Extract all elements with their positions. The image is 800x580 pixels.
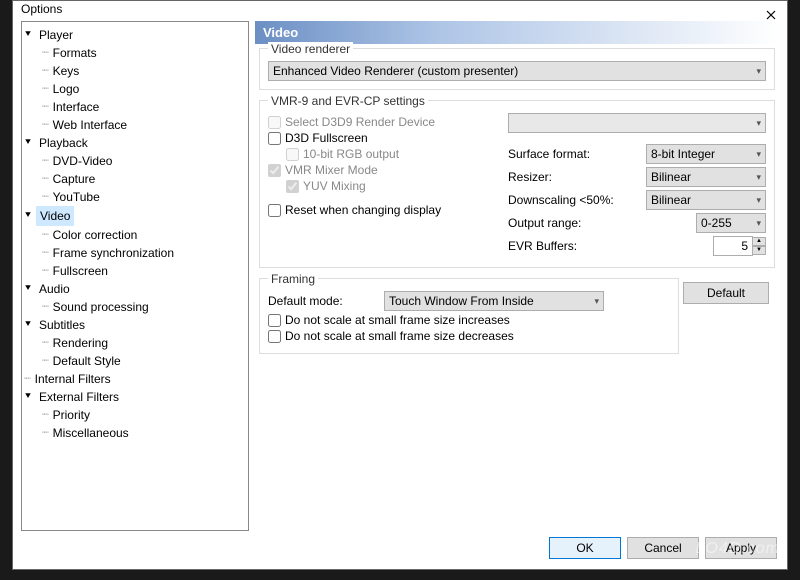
group-legend: VMR-9 and EVR-CP settings <box>268 94 428 108</box>
tree-item-internal-filters[interactable]: ┈Internal Filters <box>24 370 246 388</box>
options-window: Options ⯆Player ┈Formats ┈Keys ┈Logo ┈In… <box>12 0 788 570</box>
panel-title: Video <box>255 21 779 44</box>
settings-panel: Video Video renderer Enhanced Video Rend… <box>255 21 779 531</box>
chevron-down-icon: ▾ <box>756 218 761 229</box>
tree-item-color-correction[interactable]: ┈Color correction <box>42 226 246 244</box>
chevron-down-icon: ▾ <box>756 118 761 129</box>
tree-item-sound-processing[interactable]: ┈Sound processing <box>42 298 246 316</box>
apply-button[interactable]: Apply <box>705 537 777 559</box>
vmr-mixer-checkbox: VMR Mixer Mode <box>268 163 498 177</box>
tree-item-priority[interactable]: ┈Priority <box>42 406 246 424</box>
evr-buffers-spinner[interactable]: ▲▼ <box>713 236 766 256</box>
d3d9-device-select: ▾ <box>508 113 766 133</box>
output-range-label: Output range: <box>508 216 686 230</box>
d3d-fullscreen-checkbox[interactable]: D3D Fullscreen <box>268 131 498 145</box>
tree-item-interface[interactable]: ┈Interface <box>42 98 246 116</box>
downscaling-select[interactable]: Bilinear▾ <box>646 190 766 210</box>
default-mode-label: Default mode: <box>268 294 378 308</box>
ok-button[interactable]: OK <box>549 537 621 559</box>
downscaling-label: Downscaling <50%: <box>508 193 638 207</box>
output-range-select[interactable]: 0-255▾ <box>696 213 766 233</box>
spin-down-icon[interactable]: ▼ <box>752 246 766 255</box>
yuv-mixing-checkbox: YUV Mixing <box>268 179 498 193</box>
chevron-down-icon: ▾ <box>594 296 599 307</box>
group-video-renderer: Video renderer Enhanced Video Renderer (… <box>259 48 775 90</box>
tenbit-rgb-checkbox: 10-bit RGB output <box>268 147 498 161</box>
tree-item-miscellaneous[interactable]: ┈Miscellaneous <box>42 424 246 442</box>
window-title: Options <box>21 2 62 16</box>
tree-item-keys[interactable]: ┈Keys <box>42 62 246 80</box>
tree-item-default-style[interactable]: ┈Default Style <box>42 352 246 370</box>
chevron-down-icon: ▾ <box>756 66 761 77</box>
resizer-select[interactable]: Bilinear▾ <box>646 167 766 187</box>
tree-item-web-interface[interactable]: ┈Web Interface <box>42 116 246 134</box>
tree-item-rendering[interactable]: ┈Rendering <box>42 334 246 352</box>
tree-item-frame-sync[interactable]: ┈Frame synchronization <box>42 244 246 262</box>
tree-item-video[interactable]: ⯆Video <box>24 206 246 226</box>
close-icon <box>766 10 776 20</box>
default-button[interactable]: Default <box>683 282 769 304</box>
evr-buffers-input[interactable] <box>713 236 753 256</box>
surface-format-select[interactable]: 8-bit Integer▾ <box>646 144 766 164</box>
chevron-down-icon: ▾ <box>756 195 761 206</box>
surface-format-label: Surface format: <box>508 147 638 161</box>
dialog-button-bar: OK Cancel Apply <box>13 531 787 569</box>
group-legend: Video renderer <box>268 42 353 56</box>
close-button[interactable] <box>761 5 781 25</box>
select-d3d9-checkbox: Select D3D9 Render Device <box>268 115 498 129</box>
group-vmr-evr: VMR-9 and EVR-CP settings Select D3D9 Re… <box>259 100 775 268</box>
tree-item-formats[interactable]: ┈Formats <box>42 44 246 62</box>
chevron-down-icon: ▾ <box>756 149 761 160</box>
default-mode-select[interactable]: Touch Window From Inside▾ <box>384 291 604 311</box>
video-renderer-value: Enhanced Video Renderer (custom presente… <box>273 64 518 78</box>
tree-item-dvd-video[interactable]: ┈DVD-Video <box>42 152 246 170</box>
group-legend: Framing <box>268 272 318 286</box>
content-area: ⯆Player ┈Formats ┈Keys ┈Logo ┈Interface … <box>13 17 787 531</box>
tree-item-logo[interactable]: ┈Logo <box>42 80 246 98</box>
tree-item-playback[interactable]: ⯆Playback <box>24 134 246 152</box>
titlebar: Options <box>13 1 787 17</box>
reset-display-checkbox[interactable]: Reset when changing display <box>268 203 498 217</box>
resizer-label: Resizer: <box>508 170 638 184</box>
tree-item-youtube[interactable]: ┈YouTube <box>42 188 246 206</box>
no-scale-decrease-checkbox[interactable]: Do not scale at small frame size decreas… <box>268 329 670 343</box>
spin-up-icon[interactable]: ▲ <box>752 237 766 246</box>
chevron-down-icon: ▾ <box>756 172 761 183</box>
tree-item-player[interactable]: ⯆Player <box>24 26 246 44</box>
video-renderer-select[interactable]: Enhanced Video Renderer (custom presente… <box>268 61 766 81</box>
tree-item-fullscreen[interactable]: ┈Fullscreen <box>42 262 246 280</box>
group-framing: Framing Default mode: Touch Window From … <box>259 278 679 354</box>
tree-item-external-filters[interactable]: ⯆External Filters <box>24 388 246 406</box>
no-scale-increase-checkbox[interactable]: Do not scale at small frame size increas… <box>268 313 670 327</box>
tree-item-capture[interactable]: ┈Capture <box>42 170 246 188</box>
tree-item-audio[interactable]: ⯆Audio <box>24 280 246 298</box>
evr-buffers-label: EVR Buffers: <box>508 239 703 253</box>
tree-item-subtitles[interactable]: ⯆Subtitles <box>24 316 246 334</box>
cancel-button[interactable]: Cancel <box>627 537 699 559</box>
category-tree[interactable]: ⯆Player ┈Formats ┈Keys ┈Logo ┈Interface … <box>21 21 249 531</box>
